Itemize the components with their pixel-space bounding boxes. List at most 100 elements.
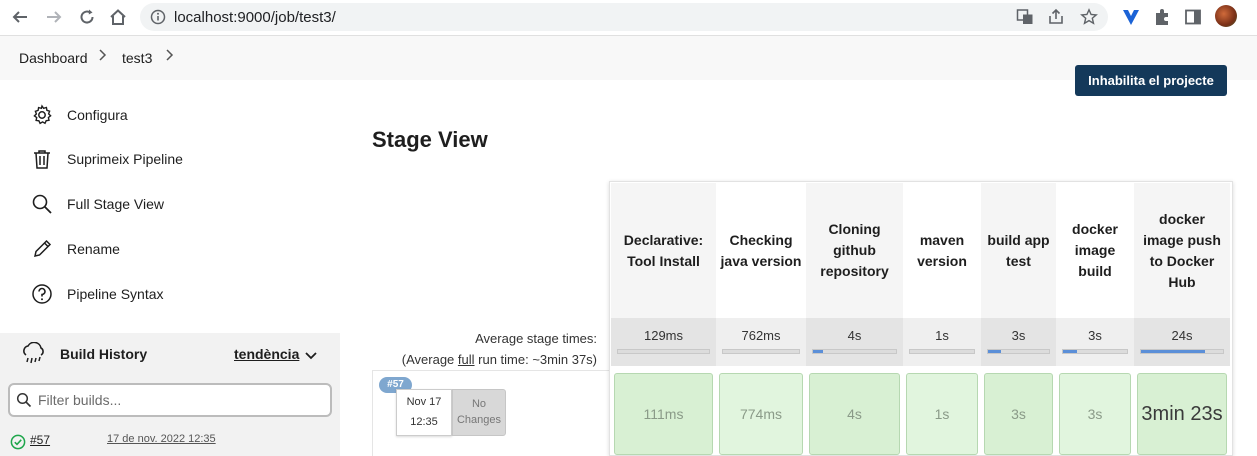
stage-header: maven version [903, 183, 981, 318]
site-info-icon[interactable] [149, 8, 167, 26]
build-date-link[interactable]: 17 de nov. 2022 12:35 [107, 433, 216, 445]
stage-column: maven version 1s 1s [903, 183, 981, 456]
stage-run-cell[interactable]: 3s [1059, 373, 1131, 455]
build-history-title: Build History [60, 346, 148, 362]
stage-average-bar [617, 349, 710, 354]
sidebar-item-label: Configura [67, 107, 128, 123]
disable-project-button[interactable]: Inhabilita el projecte [1075, 65, 1227, 96]
run-date: Nov 17 [406, 396, 442, 408]
stage-column: build app test 3s 3s [981, 183, 1056, 456]
stage-average-bar [909, 349, 975, 354]
average-stage-times-label: Average stage times: (Average full run t… [372, 328, 597, 370]
breadcrumb-dashboard[interactable]: Dashboard [19, 50, 88, 66]
stage-average-bar-fill [1141, 350, 1205, 353]
stage-run-cell[interactable]: 3min 23s [1137, 373, 1227, 455]
stage-average-time: 3s [1011, 328, 1026, 343]
stage-header: docker image push to Docker Hub [1134, 183, 1230, 318]
stage-average-bar-fill [988, 350, 1002, 353]
stage-column: Declarative: Tool Install 129ms 111ms [611, 183, 716, 456]
trash-icon [30, 147, 54, 171]
address-bar[interactable]: localhost:9000/job/test3/ [140, 3, 1108, 31]
stage-average-time: 129ms [643, 328, 684, 343]
home-icon[interactable] [106, 5, 130, 29]
page-title: Stage View [372, 127, 488, 152]
profile-avatar[interactable] [1215, 5, 1237, 27]
stage-run-cell[interactable]: 4s [809, 373, 900, 455]
breadcrumb-test3[interactable]: test3 [122, 50, 152, 66]
forward-icon[interactable] [42, 5, 66, 29]
run-changes-box[interactable]: No Changes [452, 389, 506, 436]
stage-average-time: 3s [1088, 328, 1102, 343]
changes-line1: No [471, 398, 487, 410]
stage-column: Cloning github repository 4s 4s [806, 183, 903, 456]
chevron-right-icon[interactable] [98, 48, 108, 65]
stage-header: Declarative: Tool Install [611, 183, 716, 318]
stage-run-cell[interactable]: 111ms [614, 373, 713, 455]
stage-average-bar [722, 349, 800, 354]
stage-column: Checking java version 762ms 774ms [716, 183, 806, 456]
stage-average-bar [987, 349, 1050, 354]
full-link[interactable]: full [458, 352, 475, 367]
trend-link[interactable]: tendència [234, 346, 299, 362]
filter-builds-input[interactable] [38, 391, 318, 409]
sidebar-item-full-stage-view[interactable]: Full Stage View [30, 189, 164, 219]
help-icon [30, 282, 54, 306]
filter-builds-field[interactable] [8, 383, 332, 417]
stage-average-time: 4s [847, 328, 862, 343]
stage-column: docker image push to Docker Hub 24s 3min 2… [1134, 183, 1230, 456]
stage-average-bar [1062, 349, 1128, 354]
average-full-run-time: (Average full run time: ~3min 37s) [372, 349, 597, 370]
stage-run-cell[interactable]: 3s [984, 373, 1053, 455]
chevron-down-icon[interactable] [305, 348, 317, 366]
translate-icon[interactable] [1016, 8, 1034, 26]
share-icon[interactable] [1047, 8, 1065, 26]
sidebar-item-configure[interactable]: Configura [30, 100, 128, 130]
stage-average: 1s [903, 318, 981, 366]
stage-column: docker image build 3s 3s [1056, 183, 1134, 456]
sidebar-item-label: Suprimeix Pipeline [67, 151, 183, 167]
browser-toolbar: localhost:9000/job/test3/ [0, 0, 1257, 35]
sidebar-item-label: Full Stage View [67, 196, 165, 212]
sidebar-item-label: Rename [67, 241, 120, 257]
build-history-panel: Build History tendència #57 17 de nov. 2… [0, 333, 340, 456]
stage-average-time: 1s [935, 328, 949, 343]
build-number-link[interactable]: #57 [30, 433, 50, 447]
stage-average: 24s [1134, 318, 1230, 366]
search-icon [16, 392, 32, 413]
sidebar-item-pipeline-syntax[interactable]: Pipeline Syntax [30, 279, 164, 309]
run-date-box[interactable]: Nov 17 12:35 [396, 389, 452, 436]
url-text: localhost:9000/job/test3/ [174, 8, 336, 26]
sidebar-item-delete-pipeline[interactable]: Suprimeix Pipeline [30, 144, 183, 174]
success-check-icon [10, 434, 26, 455]
sidebar-item-rename[interactable]: Rename [30, 234, 120, 264]
build-history-row: #57 17 de nov. 2022 12:35 [0, 429, 340, 455]
stage-average-bar [1140, 349, 1224, 354]
chevron-right-icon[interactable] [165, 48, 175, 65]
stage-average-bar-fill [1063, 350, 1078, 353]
average-prefix: (Average [401, 352, 458, 367]
stage-average-bar [812, 349, 897, 354]
stage-average: 3s [1056, 318, 1134, 366]
stage-run-cell[interactable]: 1s [906, 373, 978, 455]
extensions-puzzle-icon[interactable] [1151, 6, 1173, 28]
gear-icon [30, 103, 54, 127]
breadcrumb: Dashboard test3 [0, 35, 1257, 80]
sidebar-item-label: Pipeline Syntax [67, 286, 164, 302]
changes-line2: Changes [456, 414, 502, 426]
stage-average: 4s [806, 318, 903, 366]
stage-average: 3s [981, 318, 1056, 366]
stage-header: docker image build [1056, 183, 1134, 318]
stage-average-bar-fill [813, 350, 823, 353]
average-stage-times-text: Average stage times: [475, 331, 597, 346]
stage-average-time: 24s [1171, 328, 1193, 343]
stage-average: 129ms [611, 318, 716, 366]
bookmark-star-icon[interactable] [1080, 8, 1098, 26]
back-icon[interactable] [8, 5, 32, 29]
reload-icon[interactable] [75, 5, 99, 29]
side-panel-icon[interactable] [1182, 6, 1204, 28]
stage-run-cell[interactable]: 774ms [719, 373, 803, 455]
extension-shield-icon[interactable] [1120, 6, 1142, 28]
stage-header: build app test [981, 183, 1056, 318]
run-row: #57 Nov 17 12:35 No Changes [372, 370, 610, 456]
pencil-icon [30, 237, 54, 261]
